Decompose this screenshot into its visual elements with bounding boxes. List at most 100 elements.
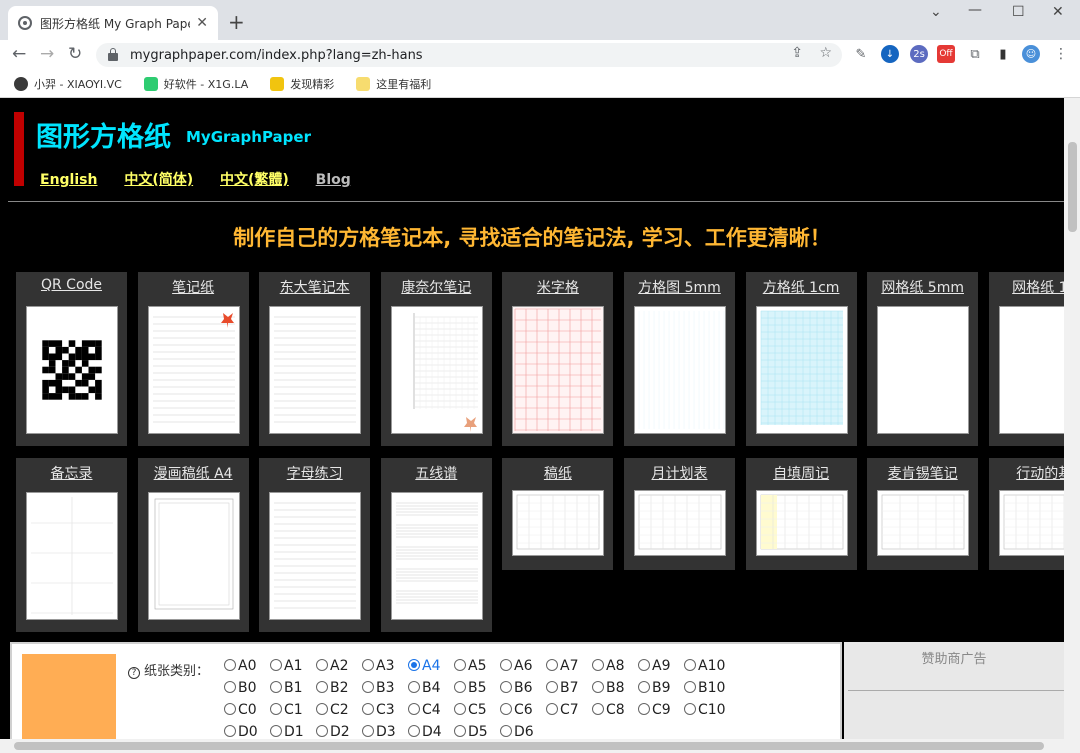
template-card[interactable]: 方格纸 1cm: [745, 272, 857, 446]
template-thumbnail[interactable]: [634, 306, 726, 434]
template-thumbnail[interactable]: [147, 306, 240, 434]
browser-tab[interactable]: 图形方格纸 My Graph Paper ✕: [8, 6, 218, 40]
paper-size-option[interactable]: B9: [638, 680, 684, 696]
template-card[interactable]: 行动的基: [988, 458, 1064, 570]
radio-button[interactable]: [454, 659, 466, 671]
lang-link-zh-hant[interactable]: 中文(繁體): [220, 172, 289, 188]
radio-button[interactable]: [592, 681, 604, 693]
template-card-label[interactable]: 东大笔记本: [259, 277, 370, 297]
paper-size-option[interactable]: D2: [316, 724, 362, 739]
paper-size-option[interactable]: C5: [454, 702, 500, 718]
paper-size-option[interactable]: B8: [592, 680, 638, 696]
radio-button[interactable]: [454, 725, 466, 737]
paper-size-option[interactable]: D5: [454, 724, 500, 739]
template-thumbnail[interactable]: [998, 306, 1064, 434]
bookmark-folder[interactable]: 这里有福利: [356, 76, 431, 92]
radio-button[interactable]: [362, 725, 374, 737]
template-card-label[interactable]: 网格纸 10: [989, 277, 1064, 297]
help-icon[interactable]: ?: [128, 667, 140, 679]
radio-button[interactable]: [408, 703, 420, 715]
template-card-label[interactable]: 自填周记: [746, 463, 857, 483]
paper-size-option[interactable]: A2: [316, 658, 362, 674]
paper-size-option[interactable]: A5: [454, 658, 500, 674]
vertical-scrollbar[interactable]: [1064, 98, 1080, 739]
forward-arrow-icon[interactable]: →: [40, 44, 54, 64]
template-card[interactable]: 麦肯锡笔记: [867, 458, 979, 570]
radio-button[interactable]: [408, 659, 420, 671]
paper-size-option[interactable]: C0: [224, 702, 270, 718]
template-card-label[interactable]: 方格图 5mm: [624, 277, 735, 297]
template-thumbnail[interactable]: [755, 490, 848, 556]
paper-size-option[interactable]: C1: [270, 702, 316, 718]
radio-button[interactable]: [362, 659, 374, 671]
radio-button[interactable]: [316, 659, 328, 671]
radio-button[interactable]: [270, 725, 282, 737]
template-card[interactable]: 米字格: [502, 272, 614, 446]
scroll-thumb[interactable]: [1068, 142, 1077, 232]
template-thumbnail[interactable]: [755, 306, 848, 434]
lang-link-zh-hans[interactable]: 中文(简体): [124, 172, 193, 188]
template-thumbnail[interactable]: [998, 490, 1064, 556]
template-card-label[interactable]: 笔记纸: [138, 277, 249, 297]
paper-size-option[interactable]: B7: [546, 680, 592, 696]
radio-button[interactable]: [684, 659, 696, 671]
share-icon[interactable]: ⇪: [791, 45, 803, 61]
site-title[interactable]: 图形方格纸: [36, 115, 171, 154]
bookmark-star-icon[interactable]: ☆: [819, 45, 832, 61]
template-thumbnail[interactable]: [269, 306, 362, 434]
paper-size-option[interactable]: C3: [362, 702, 408, 718]
template-card[interactable]: 漫画稿纸 A4: [137, 458, 249, 632]
radio-button[interactable]: [362, 703, 374, 715]
close-window-icon[interactable]: ✕: [1052, 4, 1064, 20]
horizontal-scrollbar[interactable]: [0, 739, 1080, 753]
template-card-label[interactable]: 行动的基: [989, 463, 1064, 483]
template-card[interactable]: 笔记纸: [137, 272, 249, 446]
radio-button[interactable]: [316, 681, 328, 693]
radio-button[interactable]: [638, 703, 650, 715]
template-thumbnail[interactable]: [26, 492, 118, 620]
paper-size-option[interactable]: A0: [224, 658, 270, 674]
template-card-label[interactable]: 月计划表: [624, 463, 735, 483]
radio-button[interactable]: [224, 681, 236, 693]
paper-size-option[interactable]: D4: [408, 724, 454, 739]
radio-button[interactable]: [500, 659, 512, 671]
radio-button[interactable]: [638, 659, 650, 671]
bookmark-item[interactable]: 小羿 - XIAOYI.VC: [14, 76, 122, 92]
close-tab-icon[interactable]: ✕: [196, 15, 208, 31]
paper-size-option[interactable]: A4: [408, 658, 454, 674]
paper-size-option[interactable]: B2: [316, 680, 362, 696]
blog-link[interactable]: Blog: [316, 172, 351, 188]
radio-button[interactable]: [270, 703, 282, 715]
paper-size-option[interactable]: B5: [454, 680, 500, 696]
extension-off-icon[interactable]: Off: [937, 45, 955, 63]
template-card[interactable]: QR Code: [16, 272, 127, 446]
template-card[interactable]: 东大笔记本: [259, 272, 371, 446]
back-arrow-icon[interactable]: ←: [12, 44, 26, 64]
radio-button[interactable]: [224, 725, 236, 737]
template-card-label[interactable]: 网格纸 5mm: [867, 277, 978, 297]
paper-size-option[interactable]: B4: [408, 680, 454, 696]
radio-button[interactable]: [684, 681, 696, 693]
radio-button[interactable]: [454, 681, 466, 693]
template-thumbnail[interactable]: [269, 492, 362, 620]
paper-size-option[interactable]: B1: [270, 680, 316, 696]
radio-button[interactable]: [362, 681, 374, 693]
side-panel-icon[interactable]: ▮: [994, 45, 1012, 63]
lang-link-english[interactable]: English: [40, 172, 97, 188]
paper-size-option[interactable]: B10: [684, 680, 730, 696]
template-card-label[interactable]: 方格纸 1cm: [746, 277, 857, 297]
radio-button[interactable]: [500, 703, 512, 715]
radio-button[interactable]: [316, 725, 328, 737]
paper-size-option[interactable]: D6: [500, 724, 546, 739]
template-card[interactable]: 字母练习: [259, 458, 371, 632]
template-card[interactable]: 五线谱: [380, 458, 492, 632]
template-thumbnail[interactable]: [390, 492, 483, 620]
template-card-label[interactable]: 麦肯锡笔记: [867, 463, 978, 483]
template-card-label[interactable]: 备忘录: [16, 463, 127, 483]
paper-size-option[interactable]: A6: [500, 658, 546, 674]
radio-button[interactable]: [224, 659, 236, 671]
template-card[interactable]: 网格纸 5mm: [867, 272, 979, 446]
puzzle-icon[interactable]: ⧉: [966, 45, 984, 63]
bookmark-item[interactable]: 发现精彩: [270, 76, 334, 92]
minimize-icon[interactable]: —: [968, 2, 982, 18]
